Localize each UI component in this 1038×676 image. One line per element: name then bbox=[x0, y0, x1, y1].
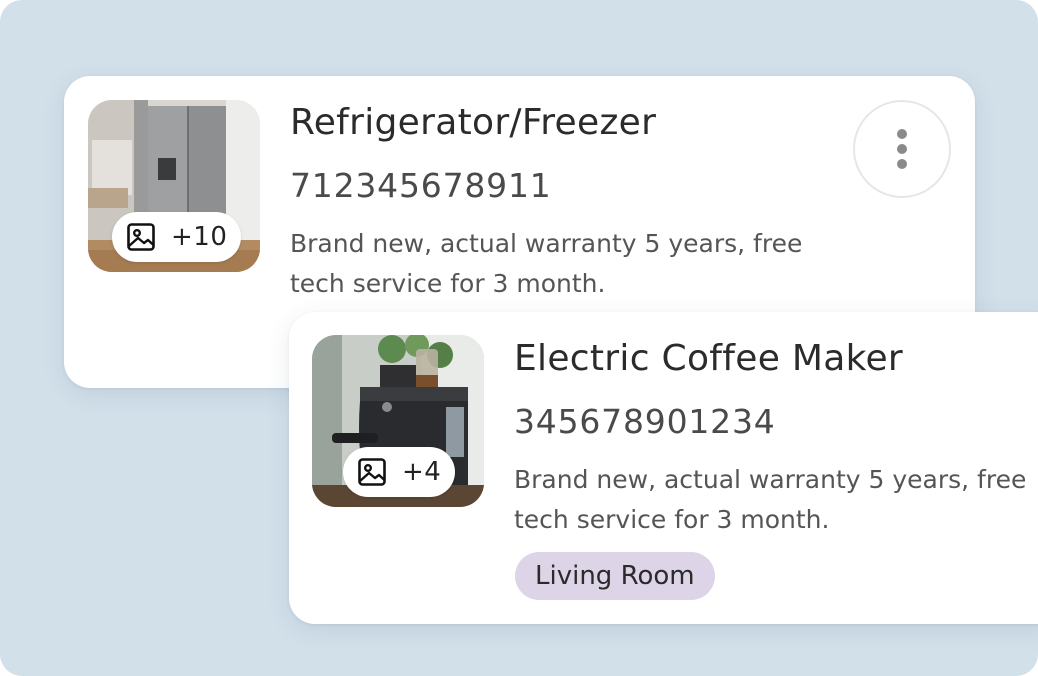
photo-count-badge[interactable]: +10 bbox=[112, 212, 242, 262]
item-description: Brand new, actual warranty 5 years, free… bbox=[290, 229, 803, 298]
photo-count-badge[interactable]: +4 bbox=[343, 447, 456, 497]
item-code: 345678901234 bbox=[514, 402, 776, 441]
more-vertical-icon-dot bbox=[897, 144, 907, 154]
room-tag[interactable]: Living Room bbox=[515, 552, 715, 600]
item-card-coffee-maker[interactable]: +4 Electric Coffee Maker 345678901234 Br… bbox=[289, 312, 1038, 624]
more-options-button[interactable] bbox=[853, 100, 951, 198]
photo-count: +10 bbox=[171, 222, 228, 252]
items-canvas: +10 Refrigerator/Freezer 712345678911 Br… bbox=[0, 0, 1038, 676]
image-icon bbox=[358, 458, 386, 486]
item-code: 712345678911 bbox=[290, 166, 552, 205]
photo-count: +4 bbox=[402, 457, 442, 487]
more-vertical-icon bbox=[897, 129, 907, 139]
item-thumbnail[interactable]: +4 bbox=[312, 335, 484, 507]
item-title: Refrigerator/Freezer bbox=[290, 102, 657, 143]
item-description: Brand new, actual warranty 5 years, free… bbox=[514, 465, 1027, 534]
item-title: Electric Coffee Maker bbox=[514, 338, 904, 379]
image-icon bbox=[127, 223, 155, 251]
item-thumbnail[interactable]: +10 bbox=[88, 100, 260, 272]
more-vertical-icon-dot bbox=[897, 159, 907, 169]
